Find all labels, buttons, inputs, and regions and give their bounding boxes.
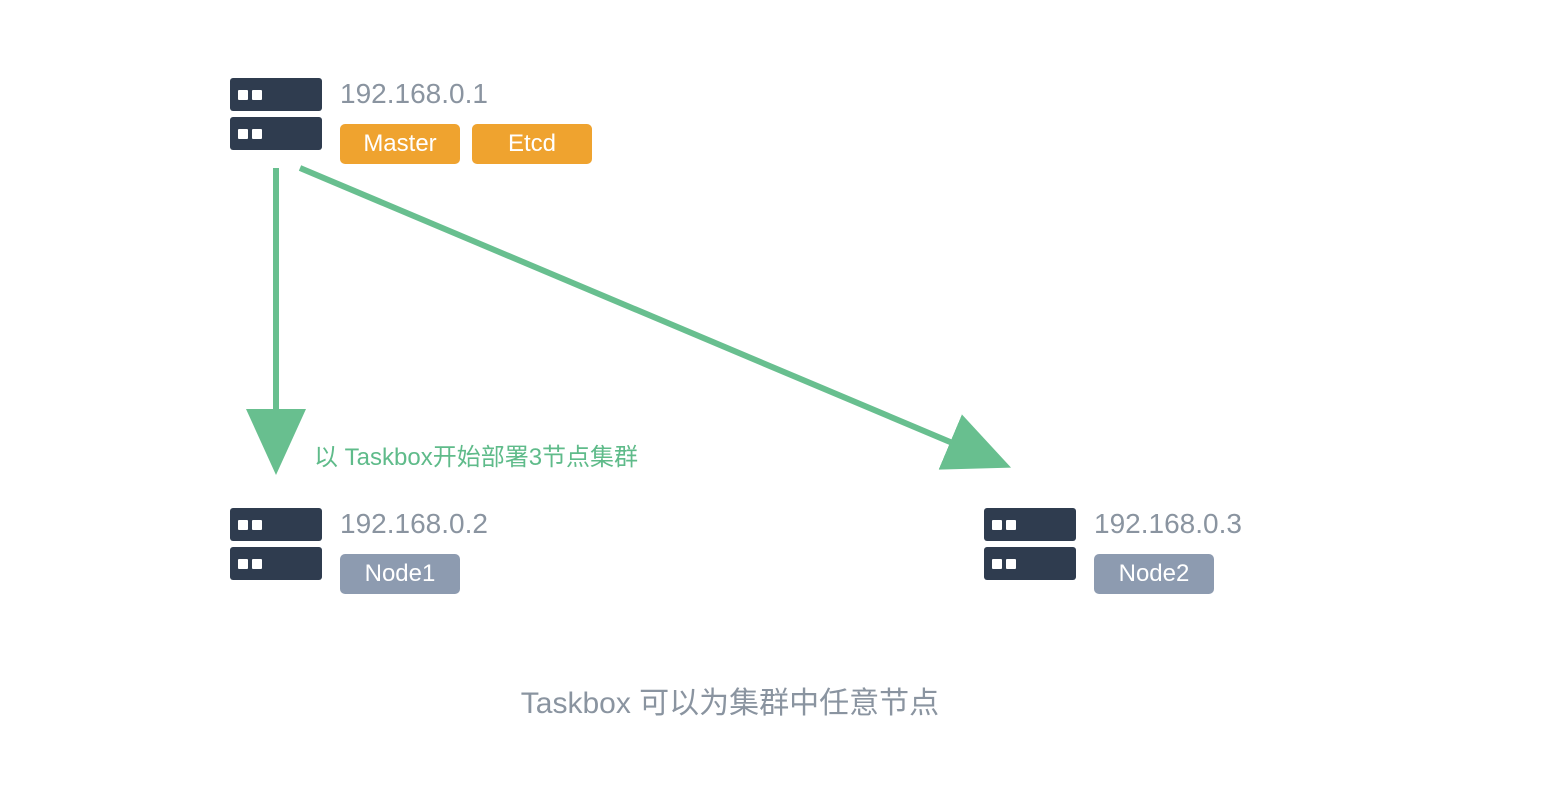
node2-group: 192.168.0.3 Node2 xyxy=(984,508,1242,594)
footer-note: Taskbox 可以为集群中任意节点 xyxy=(450,678,1010,722)
ip-address: 192.168.0.2 xyxy=(340,508,488,540)
tag-node2: Node2 xyxy=(1094,554,1214,594)
server-icon xyxy=(230,78,322,150)
server-unit xyxy=(230,117,322,150)
node1-group: 192.168.0.2 Node1 xyxy=(230,508,488,594)
cluster-diagram: 192.168.0.1 Master Etcd 以 Taskbox开始部署3节点… xyxy=(0,0,1568,810)
node-info: 192.168.0.3 Node2 xyxy=(1094,508,1242,594)
master-node-group: 192.168.0.1 Master Etcd xyxy=(230,78,592,164)
tag-etcd: Etcd xyxy=(472,124,592,164)
ip-address: 192.168.0.3 xyxy=(1094,508,1242,540)
tag-master: Master xyxy=(340,124,460,164)
tags-row: Node1 xyxy=(340,554,488,594)
server-unit xyxy=(230,547,322,580)
server-icon xyxy=(230,508,322,580)
ip-address: 192.168.0.1 xyxy=(340,78,592,110)
tag-node1: Node1 xyxy=(340,554,460,594)
node-info: 192.168.0.1 Master Etcd xyxy=(340,78,592,164)
server-unit xyxy=(230,508,322,541)
server-unit xyxy=(984,547,1076,580)
server-unit xyxy=(230,78,322,111)
server-unit xyxy=(984,508,1076,541)
arrow-to-node2 xyxy=(300,168,1000,463)
server-icon xyxy=(984,508,1076,580)
arrow-label: 以 Taskbox开始部署3节点集群 xyxy=(314,437,638,472)
node-info: 192.168.0.2 Node1 xyxy=(340,508,488,594)
tags-row: Master Etcd xyxy=(340,124,592,164)
tags-row: Node2 xyxy=(1094,554,1242,594)
